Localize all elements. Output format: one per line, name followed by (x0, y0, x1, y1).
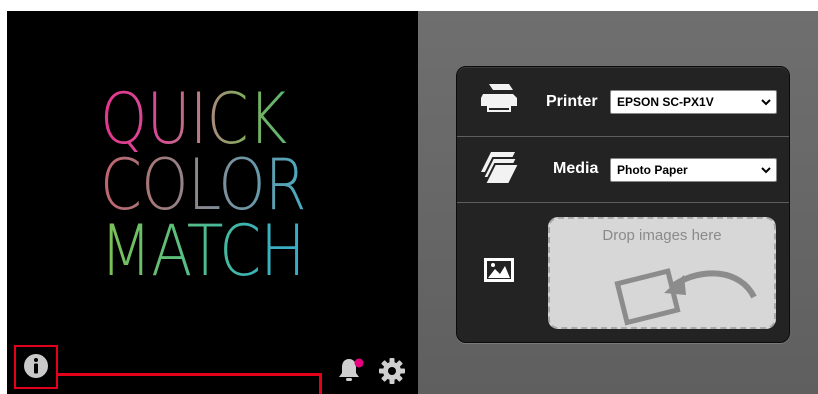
printer-row: Printer EPSON SC-PX1V (457, 67, 789, 137)
drop-image-arrow-icon (614, 268, 757, 326)
settings-card: Printer EPSON SC-PX1V Media Photo Paper (456, 66, 790, 343)
chevron-down-icon (761, 167, 771, 174)
gear-icon[interactable] (378, 357, 406, 385)
printer-icon (481, 84, 517, 112)
printer-select[interactable]: EPSON SC-PX1V (610, 90, 777, 114)
logo-line-1: QUICK (100, 84, 324, 154)
media-icon (481, 152, 519, 185)
app-logo: QUICK COLOR MATCH (100, 84, 360, 286)
media-select-value: Photo Paper (617, 163, 688, 177)
callout-line-horizontal (58, 373, 322, 376)
chevron-down-icon (761, 99, 771, 106)
drop-row: Drop images here (457, 203, 789, 342)
printer-select-value: EPSON SC-PX1V (617, 95, 714, 109)
printer-label: Printer (546, 93, 598, 110)
drop-zone-text: Drop images here (602, 227, 722, 244)
media-select[interactable]: Photo Paper (610, 158, 777, 182)
media-label: Media (553, 160, 599, 177)
notification-badge (354, 358, 364, 368)
image-icon (484, 258, 514, 282)
logo-line-3: MATCH (100, 216, 324, 286)
info-icon[interactable] (23, 353, 49, 379)
logo-line-2: COLOR (100, 150, 324, 220)
bell-icon[interactable] (336, 355, 366, 385)
media-row: Media Photo Paper (457, 137, 789, 203)
callout-line-vertical (319, 373, 322, 394)
splash-panel: QUICK COLOR MATCH (7, 11, 418, 394)
top-strip (0, 0, 818, 11)
drop-zone[interactable]: Drop images here (548, 217, 776, 329)
